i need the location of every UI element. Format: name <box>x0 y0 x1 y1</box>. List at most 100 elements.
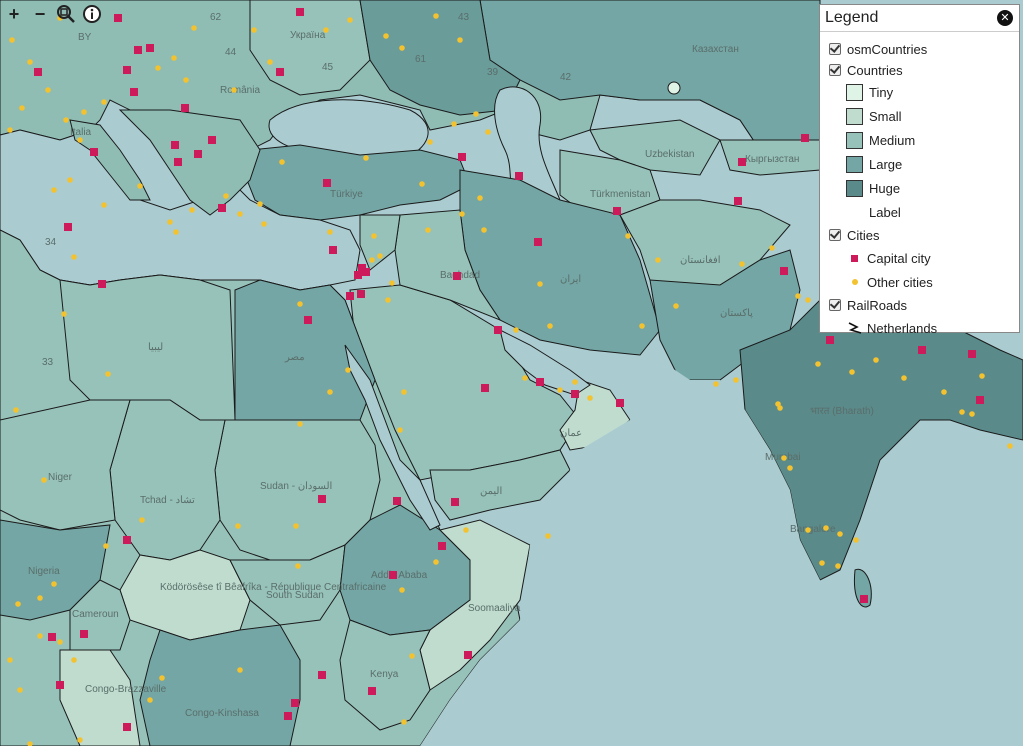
checkbox-railroads[interactable] <box>829 299 841 311</box>
city-marker[interactable] <box>293 523 299 529</box>
city-marker[interactable] <box>399 587 405 593</box>
city-marker[interactable] <box>473 111 479 117</box>
city-marker[interactable] <box>41 477 47 483</box>
city-marker[interactable] <box>389 280 395 286</box>
city-marker[interactable] <box>401 389 407 395</box>
city-marker[interactable] <box>513 327 519 333</box>
city-marker[interactable] <box>901 375 907 381</box>
city-marker[interactable] <box>639 323 645 329</box>
city-marker[interactable] <box>775 401 781 407</box>
city-marker[interactable] <box>61 311 67 317</box>
city-marker[interactable] <box>979 373 985 379</box>
city-marker[interactable] <box>101 202 107 208</box>
city-marker[interactable] <box>425 227 431 233</box>
city-marker[interactable] <box>787 465 793 471</box>
checkbox-osmcountries[interactable] <box>829 43 841 55</box>
capital-marker[interactable] <box>181 104 189 112</box>
city-marker[interactable] <box>237 667 243 673</box>
layer-railroads[interactable]: RailRoads <box>820 294 1019 316</box>
capital-marker[interactable] <box>80 630 88 638</box>
city-marker[interactable] <box>537 281 543 287</box>
capital-marker[interactable] <box>354 271 362 279</box>
capital-marker[interactable] <box>34 68 42 76</box>
city-marker[interactable] <box>279 159 285 165</box>
capital-marker[interactable] <box>438 542 446 550</box>
city-marker[interactable] <box>409 653 415 659</box>
capital-marker[interactable] <box>291 699 299 707</box>
city-marker[interactable] <box>427 139 433 145</box>
city-marker[interactable] <box>13 407 19 413</box>
city-marker[interactable] <box>63 117 69 123</box>
city-marker[interactable] <box>873 357 879 363</box>
city-marker[interactable] <box>823 525 829 531</box>
city-marker[interactable] <box>377 253 383 259</box>
city-marker[interactable] <box>105 371 111 377</box>
capital-marker[interactable] <box>64 223 72 231</box>
city-marker[interactable] <box>297 301 303 307</box>
city-marker[interactable] <box>819 560 825 566</box>
capital-marker[interactable] <box>515 172 523 180</box>
capital-marker[interactable] <box>451 498 459 506</box>
city-marker[interactable] <box>183 77 189 83</box>
city-marker[interactable] <box>77 137 83 143</box>
city-marker[interactable] <box>795 293 801 299</box>
capital-marker[interactable] <box>968 350 976 358</box>
capital-marker[interactable] <box>534 238 542 246</box>
city-marker[interactable] <box>347 17 353 23</box>
capital-marker[interactable] <box>123 723 131 731</box>
city-marker[interactable] <box>655 257 661 263</box>
capital-marker[interactable] <box>130 88 138 96</box>
zoom-to-extent-button[interactable] <box>55 3 77 25</box>
zoom-out-button[interactable]: − <box>29 3 51 25</box>
city-marker[interactable] <box>345 367 351 373</box>
capital-marker[interactable] <box>296 8 304 16</box>
capital-marker[interactable] <box>174 158 182 166</box>
capital-marker[interactable] <box>134 46 142 54</box>
capital-marker[interactable] <box>738 158 746 166</box>
city-marker[interactable] <box>267 59 273 65</box>
capital-marker[interactable] <box>276 68 284 76</box>
capital-marker[interactable] <box>613 207 621 215</box>
capital-marker[interactable] <box>123 536 131 544</box>
city-marker[interactable] <box>363 155 369 161</box>
capital-marker[interactable] <box>734 197 742 205</box>
city-marker[interactable] <box>401 719 407 725</box>
capital-marker[interactable] <box>90 148 98 156</box>
capital-marker[interactable] <box>536 378 544 386</box>
city-marker[interactable] <box>572 379 578 385</box>
layer-osmcountries[interactable]: osmCountries <box>820 38 1019 60</box>
capital-marker[interactable] <box>362 268 370 276</box>
info-button[interactable] <box>81 3 103 25</box>
city-marker[interactable] <box>673 303 679 309</box>
city-marker[interactable] <box>485 129 491 135</box>
city-marker[interactable] <box>1007 443 1013 449</box>
capital-marker[interactable] <box>218 204 226 212</box>
capital-marker[interactable] <box>368 687 376 695</box>
capital-marker[interactable] <box>146 44 154 52</box>
city-marker[interactable] <box>383 33 389 39</box>
city-marker[interactable] <box>155 65 161 71</box>
capital-marker[interactable] <box>98 280 106 288</box>
city-marker[interactable] <box>522 375 528 381</box>
layer-countries[interactable]: Countries <box>820 60 1019 80</box>
city-marker[interactable] <box>19 105 25 111</box>
city-marker[interactable] <box>835 563 841 569</box>
checkbox-cities[interactable] <box>829 229 841 241</box>
city-marker[interactable] <box>27 59 33 65</box>
capital-marker[interactable] <box>304 316 312 324</box>
city-marker[interactable] <box>71 657 77 663</box>
city-marker[interactable] <box>733 377 739 383</box>
capital-marker[interactable] <box>458 153 466 161</box>
capital-marker[interactable] <box>464 651 472 659</box>
city-marker[interactable] <box>237 211 243 217</box>
city-marker[interactable] <box>235 523 241 529</box>
city-marker[interactable] <box>139 517 145 523</box>
city-marker[interactable] <box>433 13 439 19</box>
capital-marker[interactable] <box>976 396 984 404</box>
city-marker[interactable] <box>849 369 855 375</box>
city-marker[interactable] <box>419 181 425 187</box>
capital-marker[interactable] <box>171 141 179 149</box>
capital-marker[interactable] <box>393 497 401 505</box>
capital-marker[interactable] <box>389 571 397 579</box>
capital-marker[interactable] <box>801 134 809 142</box>
